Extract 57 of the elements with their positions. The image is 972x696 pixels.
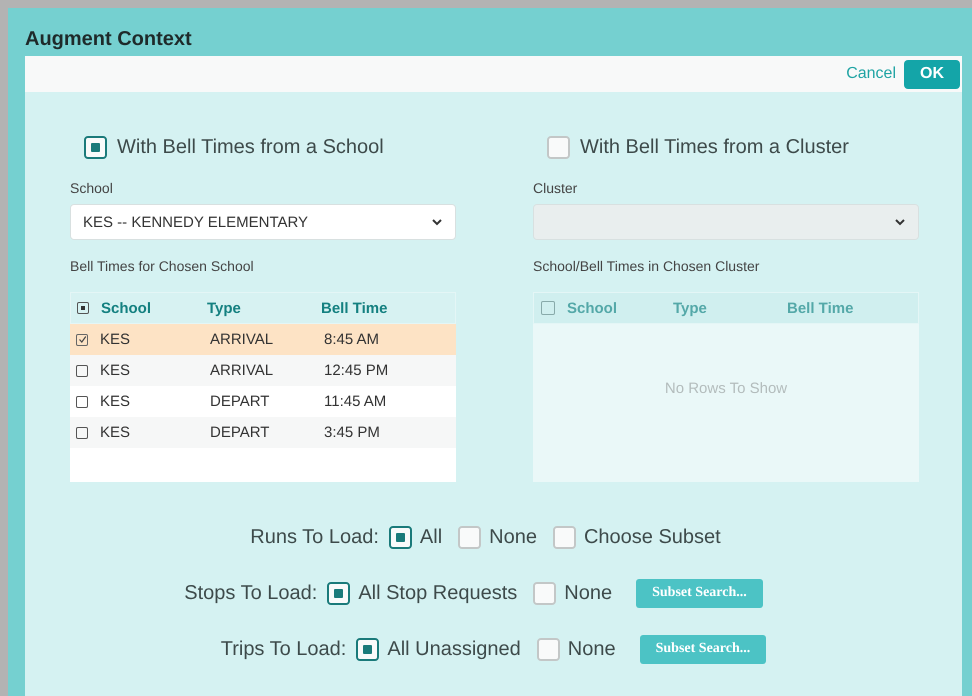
- radio-checkbox[interactable]: [547, 136, 570, 158]
- empty-message: No Rows To Show: [664, 380, 788, 396]
- row-checkbox[interactable]: [76, 364, 88, 376]
- grid-row[interactable]: KES DEPART 3:45 PM: [70, 417, 456, 448]
- table-cell-text: 8:45 AM: [323, 331, 380, 348]
- table-cell-text: ARRIVAL: [209, 362, 274, 379]
- chevron-icon: [431, 218, 443, 226]
- chevron-icon: [894, 218, 906, 226]
- choice-label: None: [564, 582, 612, 604]
- choice-label: None: [489, 526, 537, 548]
- choice-label: None: [568, 638, 616, 660]
- field-label: School: [70, 180, 113, 196]
- table-cell-text: 12:45 PM: [323, 362, 390, 379]
- cancel-link[interactable]: Cancel: [846, 65, 896, 83]
- subset-search-button[interactable]: Subset Search...: [640, 634, 766, 664]
- radio-checkbox[interactable]: [458, 526, 482, 548]
- radio-checkbox[interactable]: [552, 526, 576, 548]
- row-checkbox[interactable]: [76, 426, 88, 438]
- subset-search-button[interactable]: Subset Search...: [636, 578, 763, 608]
- table-cell-text: DEPART: [209, 424, 270, 441]
- option-label: Runs To Load:: [250, 526, 379, 548]
- grid-row[interactable]: KES ARRIVAL 12:45 PM: [70, 355, 456, 386]
- option-label: With Bell Times from a School: [117, 136, 384, 158]
- choice-label: All: [420, 526, 442, 548]
- choice-label: All Stop Requests: [358, 582, 518, 604]
- radio-checkbox[interactable]: [84, 136, 107, 158]
- radio-checkbox[interactable]: [533, 582, 556, 604]
- option-label: With Bell Times from a Cluster: [580, 136, 849, 158]
- table-cell-text: KES: [100, 424, 132, 441]
- choice-label: All Unassigned: [387, 638, 521, 660]
- radio-checkbox[interactable]: [536, 638, 560, 660]
- option-label: Stops To Load:: [184, 582, 318, 604]
- select-all-checkbox[interactable]: [77, 302, 89, 314]
- table-cell-text: KES: [100, 393, 132, 410]
- row-checkbox[interactable]: [76, 396, 88, 408]
- option-label: Trips To Load:: [220, 638, 346, 660]
- choice-label: Choose Subset: [584, 526, 721, 548]
- column-header[interactable]: School: [101, 300, 207, 316]
- table-cell-text: KES: [100, 331, 132, 348]
- ok-button[interactable]: OK: [904, 60, 960, 88]
- radio-checkbox[interactable]: [356, 638, 380, 660]
- table-cell-text: KES: [100, 362, 132, 379]
- row-checkbox[interactable]: [76, 334, 88, 346]
- radio-checkbox[interactable]: [327, 582, 350, 604]
- table-cell-text: DEPART: [209, 393, 270, 410]
- column-header[interactable]: Type: [207, 300, 321, 316]
- grid-row[interactable]: KES ARRIVAL 8:45 AM: [70, 324, 456, 355]
- grid-label: Bell Times for Chosen School: [70, 258, 254, 274]
- table-cell-text: ARRIVAL: [209, 331, 274, 348]
- field-label: Cluster: [533, 180, 578, 196]
- dropdown-field[interactable]: KES -- KENNEDY ELEMENTARY: [70, 204, 456, 240]
- radio-checkbox[interactable]: [388, 526, 412, 548]
- grid-label: School/Bell Times in Chosen Cluster: [533, 258, 760, 274]
- table-cell-text: 11:45 AM: [323, 393, 388, 410]
- column-header[interactable]: Bell Time: [321, 300, 421, 316]
- window-title: Augment Context: [25, 27, 192, 52]
- table-cell-text: 3:45 PM: [323, 424, 381, 441]
